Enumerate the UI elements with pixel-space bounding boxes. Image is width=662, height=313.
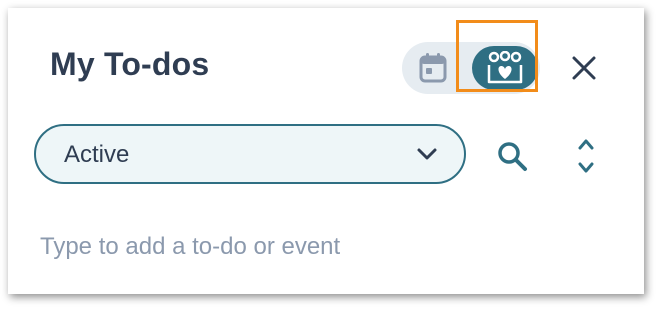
expand-collapse-icon bbox=[578, 139, 594, 173]
panel-title: My To-dos bbox=[50, 46, 210, 82]
calendar-view-button[interactable] bbox=[416, 51, 450, 85]
close-button[interactable] bbox=[568, 52, 600, 84]
status-filter-value: Active bbox=[64, 141, 130, 168]
search-icon bbox=[498, 142, 527, 171]
expand-collapse-button[interactable] bbox=[574, 134, 598, 178]
todo-panel: My To-dos Active bbox=[8, 8, 644, 294]
view-toggle bbox=[402, 42, 540, 94]
calendar-icon bbox=[419, 53, 447, 83]
chevron-down-icon bbox=[417, 148, 437, 160]
people-heart-icon bbox=[487, 51, 523, 84]
people-view-button[interactable] bbox=[472, 46, 538, 90]
close-icon bbox=[572, 56, 596, 80]
add-todo-input[interactable] bbox=[40, 230, 600, 264]
search-button[interactable] bbox=[494, 138, 530, 174]
status-filter-dropdown[interactable]: Active bbox=[34, 124, 466, 184]
